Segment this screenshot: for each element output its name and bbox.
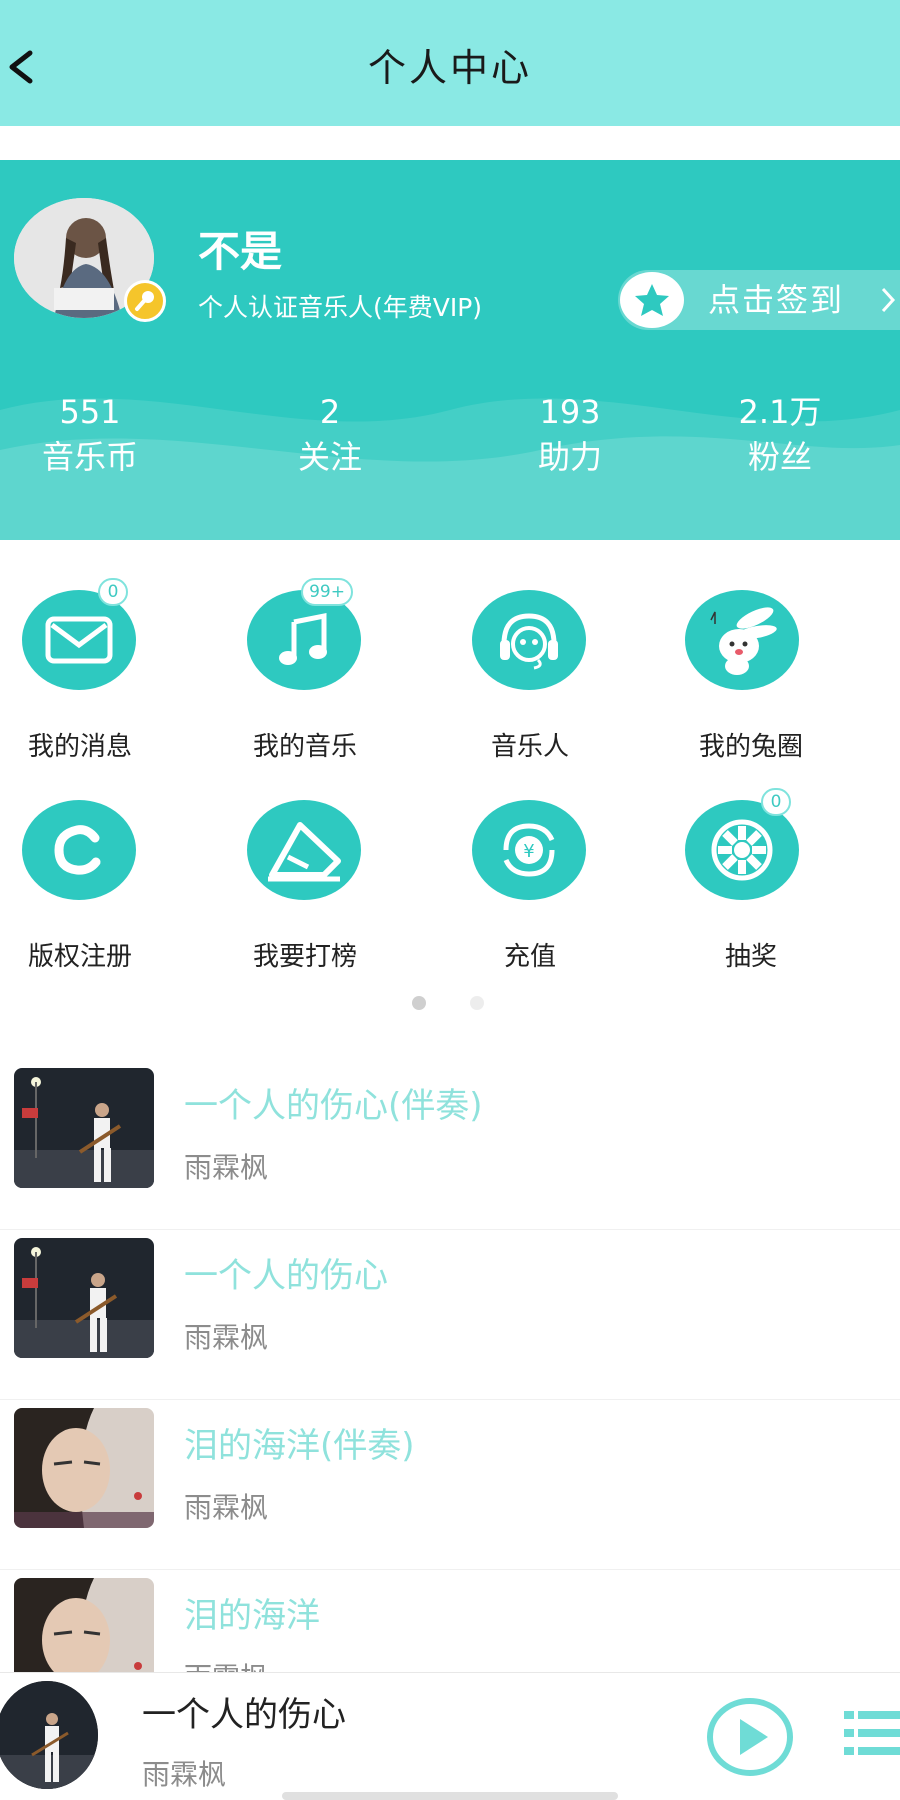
grid-row: 0 我的消息 99+ 我的音乐 音乐人 我的兔圈 [0, 578, 900, 790]
song-title: 泪的海洋 [184, 1596, 320, 1636]
stat-label: 关注 [297, 438, 362, 476]
stat-label: 粉丝 [747, 438, 812, 476]
grid-label: 我的音乐 [252, 732, 357, 762]
stat-value: 2.1万 [738, 393, 822, 431]
vip-badge [124, 280, 166, 322]
svg-text:¥: ¥ [523, 841, 534, 862]
stat-value: 2 [319, 393, 341, 431]
grid-label: 我的消息 [27, 732, 132, 762]
song-row[interactable]: 一个人的伤心 雨霖枫 [0, 1230, 900, 1400]
playlist-icon [844, 1711, 900, 1755]
song-row[interactable]: 泪的海洋(伴奏) 雨霖枫 [0, 1400, 900, 1570]
star-icon [620, 272, 684, 328]
feature-grid: 0 我的消息 99+ 我的音乐 音乐人 我的兔圈 版权注册 我要打榜 ¥ 充值 … [0, 578, 900, 1000]
signin-label: 点击签到 [708, 281, 845, 319]
grid-item-messages[interactable]: 0 我的消息 [0, 578, 225, 790]
song-row[interactable]: 一个人的伤心(伴奏) 雨霖枫 [0, 1060, 900, 1230]
grid-item-musician[interactable]: 音乐人 [450, 580, 675, 790]
top-bar: 个人中心 [0, 0, 900, 126]
grid-item-recharge[interactable]: ¥ 充值 [450, 790, 675, 1000]
playlist-button[interactable] [844, 1707, 900, 1769]
stat-following[interactable]: 2 关注 [180, 392, 480, 482]
page-indicator [0, 994, 900, 1014]
stat-coins[interactable]: 551 音乐币 [0, 392, 180, 482]
chevron-right-icon [881, 287, 896, 313]
song-cover [14, 1068, 154, 1188]
play-icon [707, 1698, 793, 1776]
badge-count: 0 [761, 788, 791, 816]
grid-item-rabbit-circle[interactable]: 我的兔圈 [675, 580, 900, 790]
music-note-icon: 99+ [247, 578, 361, 690]
stat-boost[interactable]: 193 助力 [480, 392, 660, 482]
page-title: 个人中心 [367, 46, 532, 90]
grid-label: 我的兔圈 [698, 732, 803, 762]
grid-label: 音乐人 [490, 732, 569, 762]
username: 不是 [198, 227, 283, 276]
grid-row: 版权注册 我要打榜 ¥ 充值 0 抽奖 [0, 788, 900, 1000]
rabbit-icon [685, 590, 799, 690]
song-artist: 雨霖枫 [184, 1491, 269, 1524]
profile-card: 不是 个人认证音乐人(年费VIP) 点击签到 551 音乐币 2 关注 193 … [0, 160, 900, 540]
song-cover [14, 1408, 154, 1528]
ranking-icon [247, 800, 361, 900]
song-cover [14, 1238, 154, 1358]
grid-label: 版权注册 [27, 942, 132, 972]
page-dot[interactable] [470, 996, 484, 1010]
microphone-icon [135, 291, 154, 311]
grid-label: 我要打榜 [252, 942, 357, 972]
stat-fans[interactable]: 2.1万 粉丝 [660, 392, 900, 482]
song-title: 泪的海洋(伴奏) [184, 1426, 415, 1466]
copyright-icon [22, 800, 136, 900]
signin-button[interactable]: 点击签到 [618, 270, 900, 330]
song-artist: 雨霖枫 [184, 1151, 269, 1184]
back-button[interactable] [0, 42, 40, 92]
home-indicator [282, 1792, 618, 1800]
song-title: 一个人的伤心(伴奏) [184, 1086, 483, 1126]
chevron-left-icon [9, 50, 33, 84]
stat-value: 193 [539, 393, 601, 431]
song-artist: 雨霖枫 [184, 1321, 269, 1354]
grid-label: 抽奖 [724, 942, 777, 972]
mail-icon: 0 [22, 578, 136, 690]
lottery-wheel-icon: 0 [685, 788, 799, 900]
player-cover[interactable] [0, 1681, 98, 1789]
song-title: 一个人的伤心 [184, 1256, 388, 1296]
player-title: 一个人的伤心 [142, 1695, 346, 1735]
play-button[interactable] [706, 1697, 794, 1777]
verification-text: 个人认证音乐人(年费VIP) [198, 293, 483, 322]
badge-count: 0 [98, 578, 128, 606]
stats-row: 551 音乐币 2 关注 193 助力 2.1万 粉丝 [0, 392, 900, 482]
grid-label: 充值 [503, 942, 556, 972]
stat-value: 551 [59, 393, 121, 431]
stat-label: 音乐币 [41, 438, 138, 476]
headphones-icon [472, 590, 586, 690]
player-artist: 雨霖枫 [142, 1758, 227, 1791]
page-dot-active[interactable] [412, 996, 426, 1010]
grid-item-ranking[interactable]: 我要打榜 [225, 790, 450, 1000]
song-list: 一个人的伤心(伴奏) 雨霖枫 一个人的伤心 雨霖枫 泪的海洋(伴奏) 雨霖枫 泪… [0, 1060, 900, 1740]
grid-item-copyright[interactable]: 版权注册 [0, 790, 225, 1000]
grid-item-lottery[interactable]: 0 抽奖 [675, 788, 900, 1000]
stat-label: 助力 [537, 438, 602, 476]
grid-item-my-music[interactable]: 99+ 我的音乐 [225, 578, 450, 790]
badge-count: 99+ [301, 578, 353, 606]
mini-player[interactable]: 一个人的伤心 雨霖枫 [0, 1672, 900, 1800]
yuan-recharge-icon: ¥ [472, 800, 586, 900]
